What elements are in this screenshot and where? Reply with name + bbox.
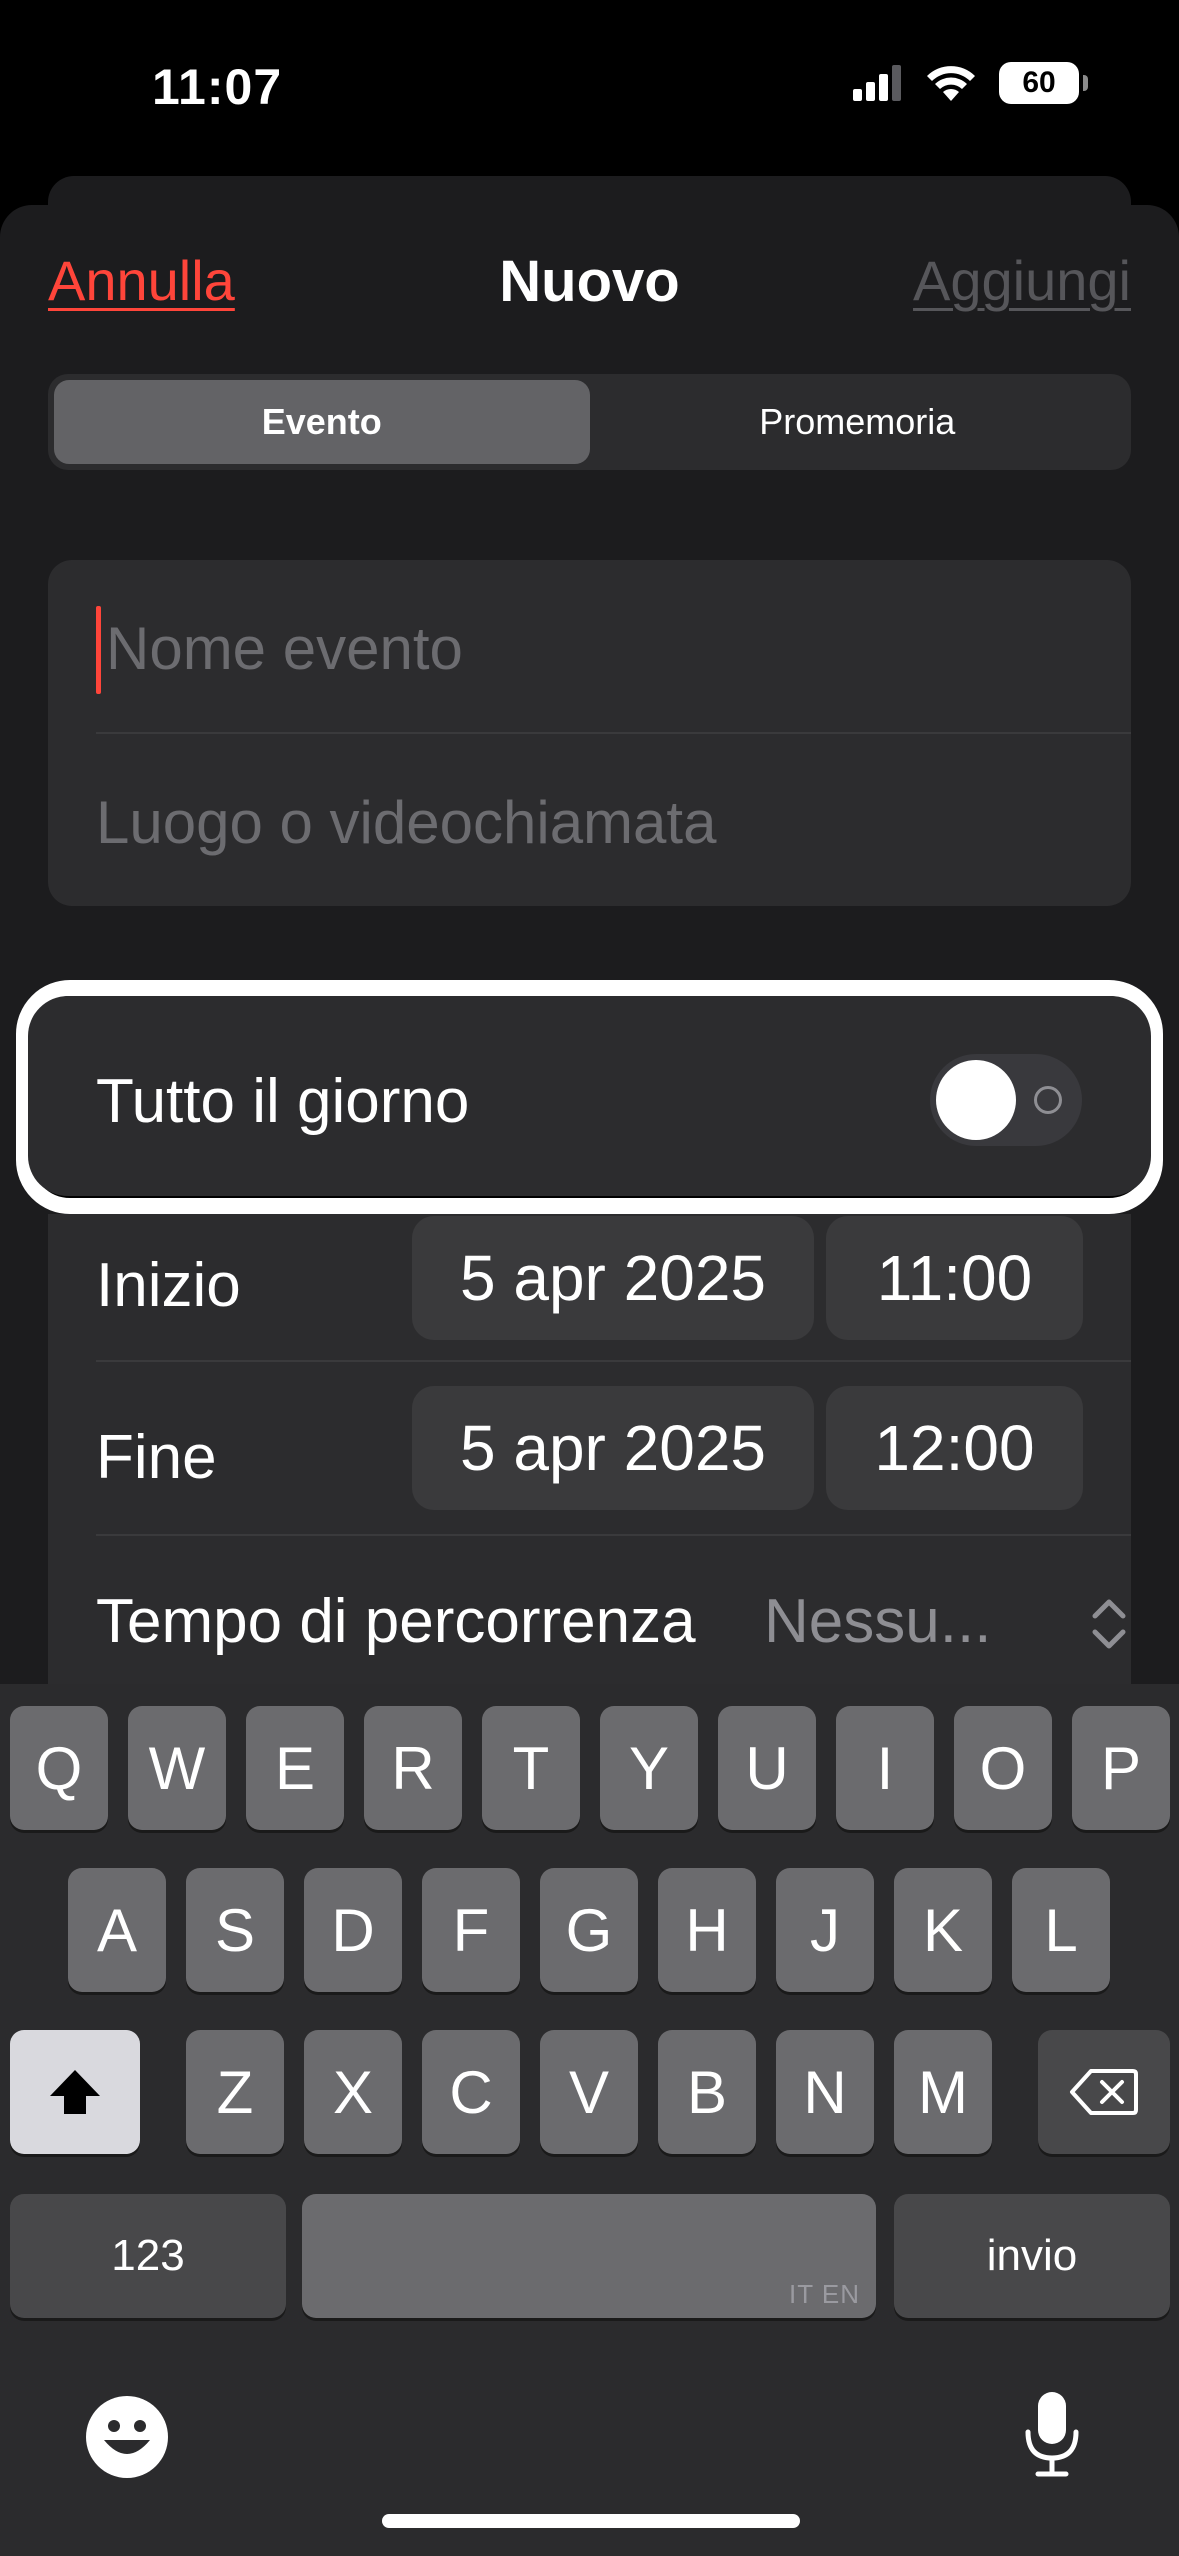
key-v[interactable]: V <box>540 2030 638 2154</box>
language-hint: IT EN <box>789 2279 860 2309</box>
keyboard: Q W E R T Y U I O P A S D F G H J K L Z … <box>0 1684 1179 2556</box>
add-button[interactable]: Aggiungi <box>913 248 1131 313</box>
key-t[interactable]: T <box>482 1706 580 1830</box>
toggle-knob <box>936 1060 1016 1140</box>
key-m[interactable]: M <box>894 2030 992 2154</box>
key-u[interactable]: U <box>718 1706 816 1830</box>
delete-key[interactable] <box>1038 2030 1170 2154</box>
event-name-input[interactable]: Nome evento <box>106 614 463 683</box>
space-key[interactable]: IT EN <box>302 2194 876 2318</box>
key-a[interactable]: A <box>68 1868 166 1992</box>
dates-card: Inizio 5 apr 2025 11:00 Fine 5 apr 2025 … <box>48 1214 1131 1684</box>
emoji-icon[interactable] <box>86 2396 168 2478</box>
text-cursor <box>96 606 101 694</box>
end-label: Fine <box>96 1423 217 1492</box>
key-f[interactable]: F <box>422 1868 520 1992</box>
divider <box>96 732 1131 734</box>
all-day-label: Tutto il giorno <box>96 1067 470 1136</box>
event-type-segmented-control: Evento Promemoria <box>48 374 1131 470</box>
segment-event[interactable]: Evento <box>54 380 590 464</box>
key-e[interactable]: E <box>246 1706 344 1830</box>
status-bar: 11:07 60 <box>0 0 1179 170</box>
key-n[interactable]: N <box>776 2030 874 2154</box>
key-h[interactable]: H <box>658 1868 756 1992</box>
key-g[interactable]: G <box>540 1868 638 1992</box>
cellular-signal-icon <box>853 65 901 101</box>
key-x[interactable]: X <box>304 2030 402 2154</box>
key-b[interactable]: B <box>658 2030 756 2154</box>
title-location-card: Nome evento Luogo o videochiamata <box>48 560 1131 906</box>
key-o[interactable]: O <box>954 1706 1052 1830</box>
key-q[interactable]: Q <box>10 1706 108 1830</box>
delete-icon <box>1070 2069 1138 2115</box>
all-day-toggle[interactable] <box>930 1054 1082 1146</box>
location-input[interactable]: Luogo o videochiamata <box>96 788 716 857</box>
status-time: 11:07 <box>152 59 283 115</box>
toggle-off-indicator <box>1034 1086 1062 1114</box>
key-s[interactable]: S <box>186 1868 284 1992</box>
travel-time-label: Tempo di percorrenza <box>96 1587 696 1656</box>
start-time-button[interactable]: 11:00 <box>826 1216 1083 1340</box>
battery-icon: 60 <box>999 62 1088 104</box>
key-r[interactable]: R <box>364 1706 462 1830</box>
key-k[interactable]: K <box>894 1868 992 1992</box>
divider <box>96 1360 1131 1362</box>
end-date-button[interactable]: 5 apr 2025 <box>412 1386 814 1510</box>
shift-key[interactable] <box>10 2030 140 2154</box>
key-w[interactable]: W <box>128 1706 226 1830</box>
key-j[interactable]: J <box>776 1868 874 1992</box>
segment-reminder[interactable]: Promemoria <box>590 380 1126 464</box>
key-p[interactable]: P <box>1072 1706 1170 1830</box>
wifi-icon <box>927 66 975 101</box>
travel-time-value[interactable]: Nessu... <box>764 1586 991 1657</box>
return-key[interactable]: invio <box>894 2194 1170 2318</box>
home-indicator <box>382 2514 800 2528</box>
start-date-button[interactable]: 5 apr 2025 <box>412 1216 814 1340</box>
numbers-key[interactable]: 123 <box>10 2194 286 2318</box>
key-y[interactable]: Y <box>600 1706 698 1830</box>
end-time-button[interactable]: 12:00 <box>826 1386 1083 1510</box>
battery-level: 60 <box>1022 66 1056 99</box>
key-l[interactable]: L <box>1012 1868 1110 1992</box>
status-icons: 60 <box>853 62 1088 104</box>
key-i[interactable]: I <box>836 1706 934 1830</box>
key-c[interactable]: C <box>422 2030 520 2154</box>
chevron-up-down-icon[interactable] <box>1089 1594 1129 1654</box>
microphone-icon[interactable] <box>1020 2388 1084 2480</box>
key-z[interactable]: Z <box>186 2030 284 2154</box>
key-d[interactable]: D <box>304 1868 402 1992</box>
divider <box>96 1534 1131 1536</box>
start-label: Inizio <box>96 1251 241 1320</box>
shift-icon <box>50 2070 100 2114</box>
